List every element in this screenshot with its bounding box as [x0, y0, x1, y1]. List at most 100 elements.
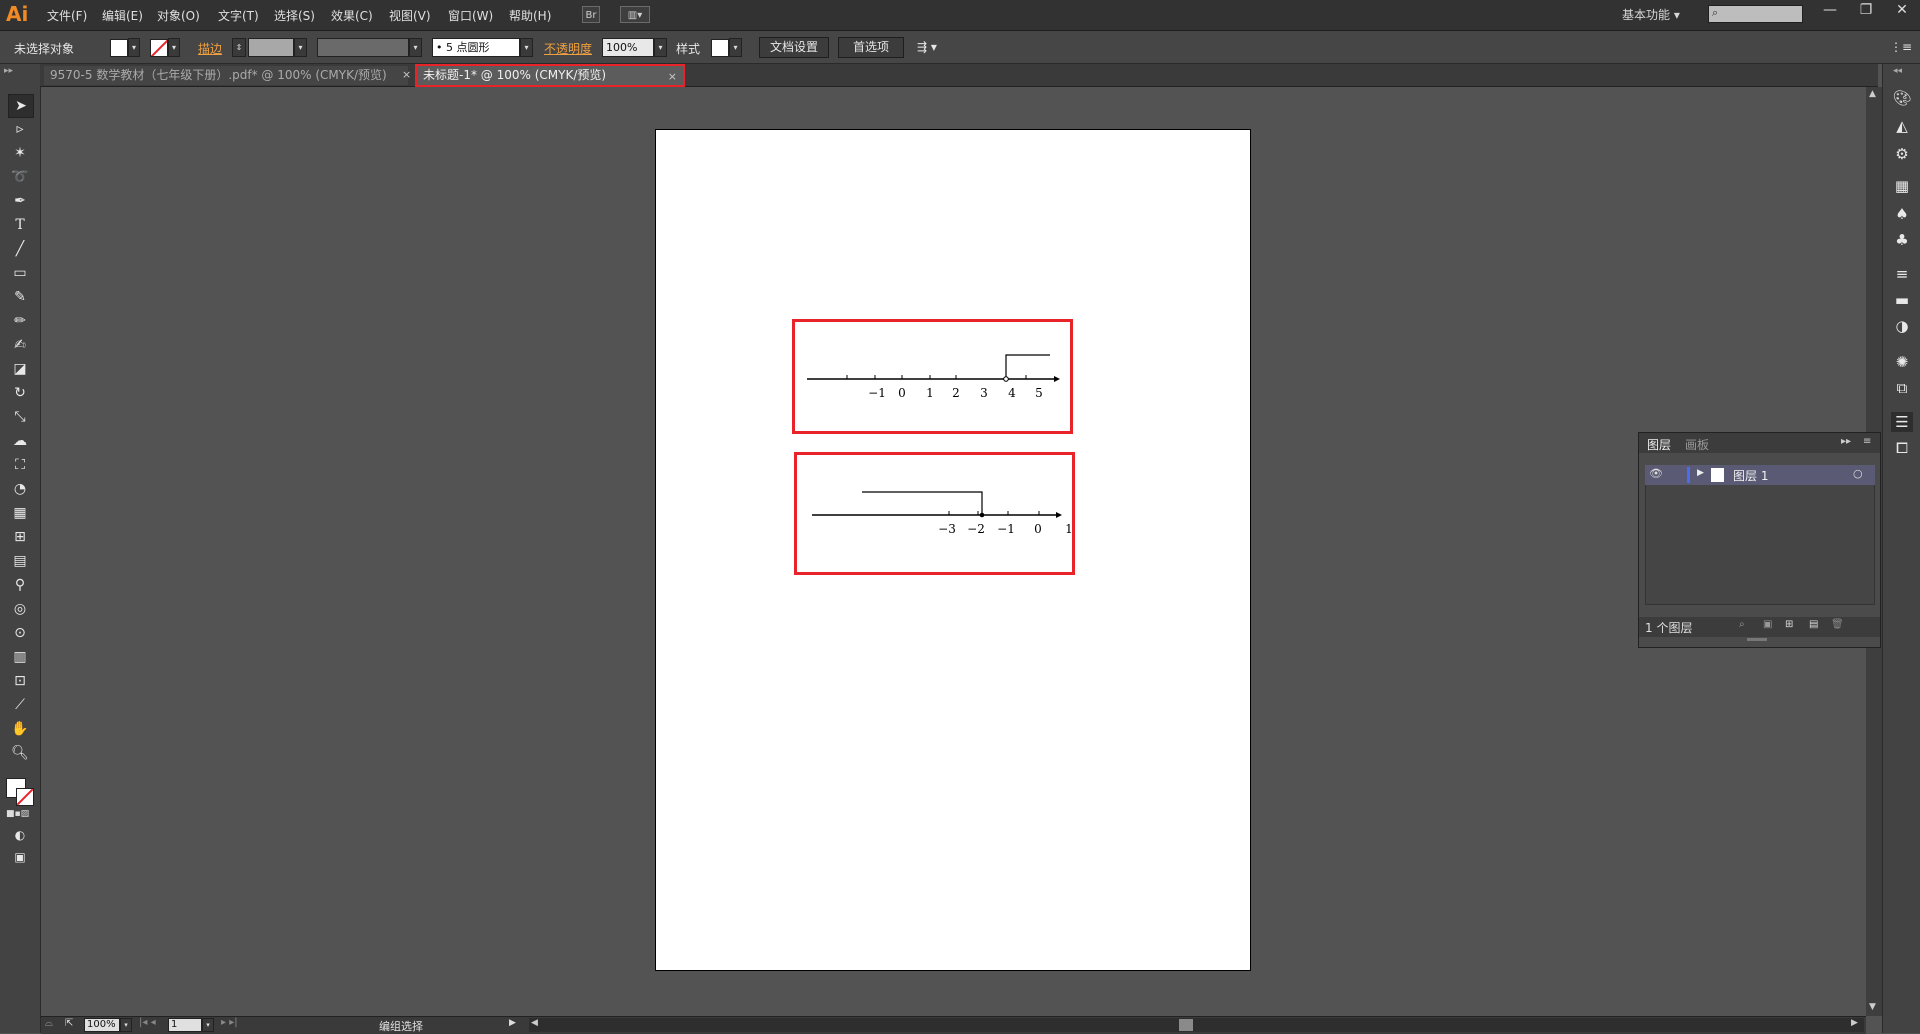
- column-graph-tool-icon[interactable]: ▥: [8, 646, 32, 668]
- new-layer-icon[interactable]: ▤: [1809, 619, 1818, 630]
- graphic-styles-icon[interactable]: ♣: [1891, 230, 1913, 250]
- color-mode-icons[interactable]: ■▪▨: [6, 809, 29, 819]
- locate-object-icon[interactable]: ⌕: [1739, 619, 1745, 630]
- new-sublayer-icon[interactable]: ⊞: [1785, 619, 1793, 630]
- scroll-down-icon[interactable]: ▼: [1869, 1002, 1876, 1012]
- brush-field[interactable]: • 5 点圆形: [432, 38, 520, 57]
- perspective-grid-tool-icon[interactable]: ▦: [8, 502, 32, 524]
- document-setup-button[interactable]: 文档设置: [759, 37, 829, 58]
- stroke-swatch[interactable]: [150, 39, 168, 57]
- draw-mode-icon[interactable]: ◐: [8, 824, 32, 846]
- close-button[interactable]: ✕: [1884, 0, 1920, 22]
- screen-mode-icon[interactable]: ▣: [8, 846, 32, 868]
- zoom-dropdown[interactable]: ▾: [120, 1018, 132, 1032]
- magic-wand-tool-icon[interactable]: ✶: [8, 142, 32, 164]
- expand-panels-icon[interactable]: ◂◂: [1893, 66, 1902, 76]
- symbol-sprayer-tool-icon[interactable]: ⊙: [8, 622, 32, 644]
- bridge-button[interactable]: Br: [582, 6, 600, 23]
- stroke-panel-icon[interactable]: ≡: [1891, 264, 1913, 284]
- target-icon[interactable]: ○: [1853, 467, 1863, 480]
- resize-grip[interactable]: [1747, 638, 1767, 641]
- color-panel-icon[interactable]: ◭: [1891, 116, 1913, 136]
- appearance-icon[interactable]: ✺: [1891, 352, 1913, 372]
- menu-effect[interactable]: 效果(C): [331, 7, 373, 24]
- stroke-color-icon[interactable]: [16, 788, 34, 806]
- delete-layer-icon[interactable]: 🗑︎: [1831, 619, 1844, 630]
- page-dropdown[interactable]: ▾: [202, 1018, 214, 1032]
- scroll-up-icon[interactable]: ▲: [1869, 89, 1876, 99]
- brushes-icon[interactable]: ▦: [1891, 176, 1913, 196]
- layer-row[interactable]: 👁︎ ▶ 图层 1 ○: [1645, 465, 1875, 485]
- opacity-dropdown[interactable]: ▾: [654, 38, 667, 57]
- collapse-panel-icon[interactable]: ▸▸: [1841, 436, 1851, 447]
- visibility-eye-icon[interactable]: 👁︎: [1649, 467, 1663, 480]
- layer-name[interactable]: 图层 1: [1733, 467, 1768, 484]
- hand-tool-icon[interactable]: ✋: [8, 718, 32, 740]
- menu-help[interactable]: 帮助(H): [509, 7, 551, 24]
- paintbrush-tool-icon[interactable]: ✎: [8, 286, 32, 308]
- menu-type[interactable]: 文字(T): [218, 7, 259, 24]
- selection-tool-icon[interactable]: ➤: [8, 94, 34, 118]
- variable-width-field[interactable]: [317, 38, 409, 57]
- transparency-icon[interactable]: ◑: [1891, 316, 1913, 336]
- fill-dropdown[interactable]: ▾: [128, 38, 140, 57]
- stroke-weight-dropdown[interactable]: ▾: [294, 38, 307, 57]
- variable-width-dropdown[interactable]: ▾: [409, 38, 422, 57]
- shape-builder-tool-icon[interactable]: ◔: [8, 478, 32, 500]
- search-input[interactable]: ⌕: [1708, 5, 1803, 23]
- number-line-bottom[interactable]: −3 −2 −1 0 1: [794, 452, 1075, 575]
- menu-object[interactable]: 对象(O): [157, 7, 200, 24]
- gradient-panel-icon[interactable]: ▬: [1891, 290, 1913, 310]
- blend-tool-icon[interactable]: ◎: [8, 598, 32, 620]
- stroke-label[interactable]: 描边: [198, 40, 222, 57]
- tab-pdf-document[interactable]: 9570-5 数学教材（七年级下册）.pdf* @ 100% (CMYK/预览): [44, 66, 408, 85]
- mesh-tool-icon[interactable]: ⊞: [8, 526, 32, 548]
- tab-layers[interactable]: 图层: [1647, 436, 1671, 453]
- direct-selection-tool-icon[interactable]: ▹: [8, 118, 32, 140]
- last-page-icon[interactable]: ▸ ▸|: [221, 1017, 238, 1028]
- tab-artboards[interactable]: 画板: [1685, 436, 1709, 453]
- stroke-weight-field[interactable]: [248, 38, 294, 57]
- rotate-tool-icon[interactable]: ↻: [8, 382, 32, 404]
- blob-brush-tool-icon[interactable]: ✍: [8, 334, 32, 356]
- zoom-tool-icon[interactable]: 🔍︎: [8, 742, 32, 764]
- rectangle-tool-icon[interactable]: ▭: [8, 262, 32, 284]
- pen-tool-icon[interactable]: ✒: [8, 190, 32, 212]
- symbols-icon[interactable]: ♠: [1891, 204, 1913, 224]
- opacity-label[interactable]: 不透明度: [544, 40, 592, 57]
- scroll-thumb[interactable]: [1179, 1019, 1193, 1031]
- transform-icon[interactable]: ⧉: [1891, 378, 1913, 398]
- opacity-field[interactable]: 100%: [602, 38, 654, 57]
- arrange-documents-button[interactable]: ▥▾: [620, 6, 650, 23]
- free-transform-tool-icon[interactable]: ⛶: [8, 454, 32, 476]
- scale-tool-icon[interactable]: ⤡: [8, 406, 32, 428]
- scroll-right-icon[interactable]: ▶: [1851, 1018, 1858, 1028]
- lasso-tool-icon[interactable]: ➰: [8, 166, 32, 188]
- tab-untitled-document[interactable]: 未标题-1* @ 100% (CMYK/预览) ×: [415, 64, 685, 87]
- menu-edit[interactable]: 编辑(E): [102, 7, 143, 24]
- pencil-tool-icon[interactable]: ✏: [8, 310, 32, 332]
- collapse-icon[interactable]: ▸▸: [4, 66, 13, 76]
- panel-menu-icon[interactable]: ≡: [1863, 436, 1871, 447]
- style-swatch[interactable]: [711, 39, 729, 57]
- scroll-left-icon[interactable]: ◀: [531, 1018, 538, 1028]
- close-tab-icon[interactable]: ×: [402, 68, 411, 81]
- restore-button[interactable]: ❐: [1848, 0, 1884, 22]
- artboard-tool-icon[interactable]: ⊡: [8, 670, 32, 692]
- first-page-icon[interactable]: |◂ ◂: [139, 1017, 156, 1028]
- artboards-icon[interactable]: ⧠: [1891, 438, 1913, 458]
- slice-tool-icon[interactable]: ⟋: [8, 694, 32, 716]
- fill-swatch[interactable]: [110, 39, 128, 57]
- horizontal-scrollbar[interactable]: ◀ ▶: [529, 1018, 1864, 1032]
- view-icon[interactable]: ⌓: [45, 1018, 53, 1029]
- line-tool-icon[interactable]: ╱: [8, 238, 32, 260]
- menu-view[interactable]: 视图(V): [389, 7, 431, 24]
- align-options-icon[interactable]: ⇶ ▾: [917, 40, 937, 54]
- menu-file[interactable]: 文件(F): [47, 7, 87, 24]
- number-line-top[interactable]: −1 0 1 2 3 4 5: [792, 319, 1073, 434]
- layers-panel-icon[interactable]: ☰: [1891, 412, 1913, 432]
- page-field[interactable]: 1: [168, 1018, 202, 1032]
- share-icon[interactable]: ⇱: [65, 1018, 73, 1029]
- expand-layer-icon[interactable]: ▶: [1697, 468, 1704, 478]
- artboard[interactable]: −1 0 1 2 3 4 5 −3 −2 −1 0 1: [655, 129, 1251, 971]
